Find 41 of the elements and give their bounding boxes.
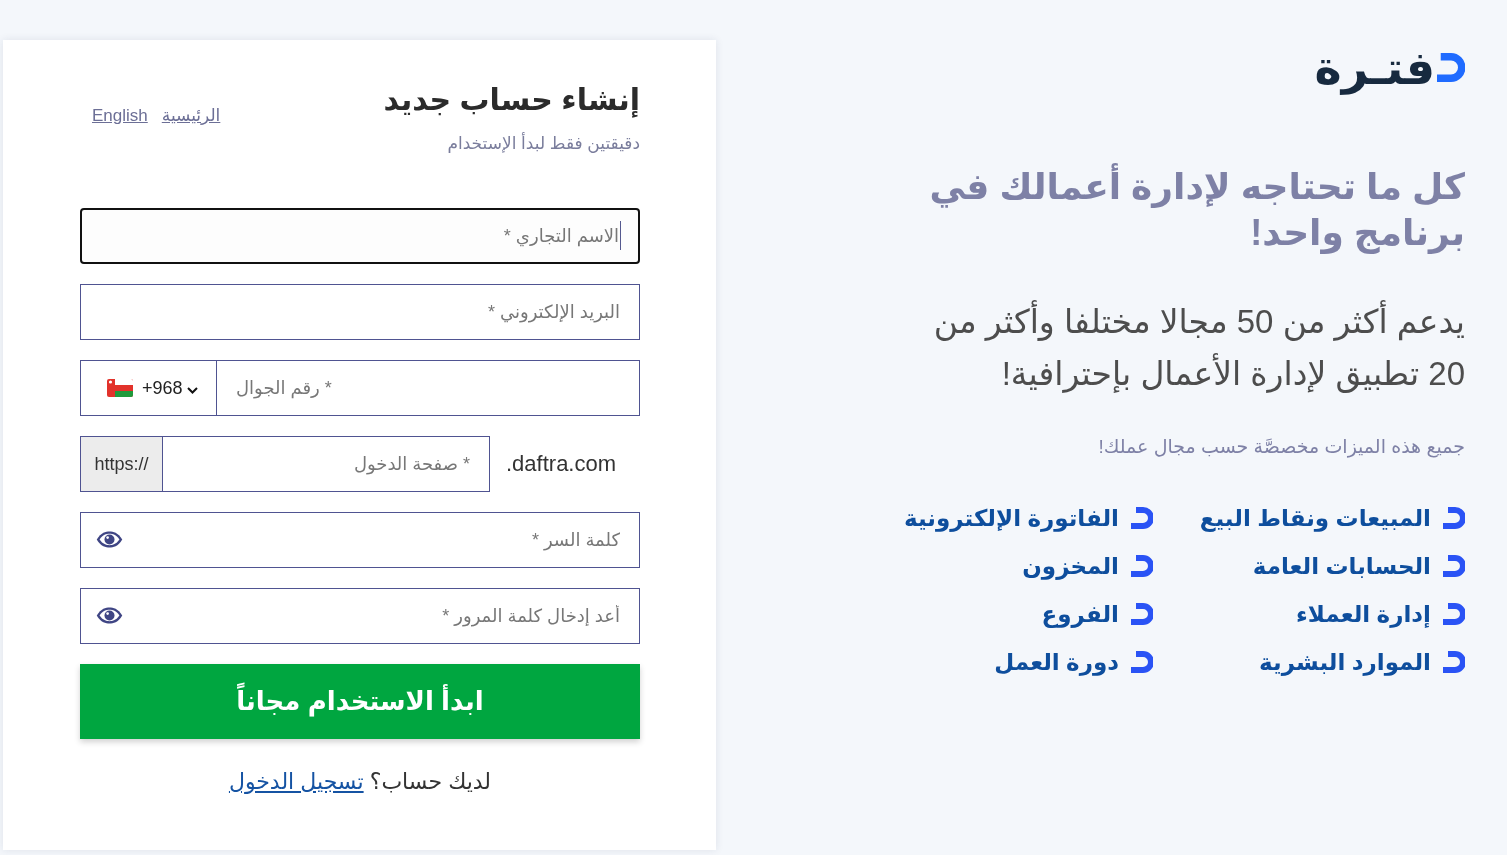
feature-label: إدارة العملاء: [1296, 600, 1431, 628]
domain-suffix: .daftra.com: [506, 451, 617, 477]
nav-link[interactable]: الرئيسية: [161, 106, 221, 126]
description: يدعم أكثر من 50 مجالا مختلفا وأكثر من 20 تطبيق لإدارة الأعمال بإحترافية!: [909, 296, 1465, 400]
feature-label: دورة العمل: [994, 648, 1119, 676]
input-field[interactable]: البريد الإلكتروني *: [80, 284, 640, 340]
bullet-icon: [1443, 603, 1465, 625]
feature-label: الموارد البشرية: [1259, 648, 1431, 676]
password-field[interactable]: كلمة السر *: [80, 512, 640, 568]
bullet-icon: [1443, 651, 1465, 673]
flag-icon: [107, 379, 133, 397]
eye-icon[interactable]: [96, 607, 123, 624]
phone-number-field[interactable]: رقم الجوال *: [216, 360, 640, 416]
feature-label: المخزون: [1022, 552, 1119, 580]
form-title: إنشاء حساب جديد: [383, 82, 640, 120]
nav-link[interactable]: English: [92, 106, 148, 126]
country-code-select[interactable]: +968: [80, 360, 217, 416]
login-prompt: لديك حساب؟ تسجيل الدخول: [227, 768, 493, 796]
text-cursor: [620, 221, 621, 250]
bullet-icon: [1131, 555, 1153, 577]
input-field[interactable]: الاسم التجاري *: [80, 208, 640, 264]
logo-text: فتـرة: [1314, 41, 1435, 96]
login-link[interactable]: تسجيل الدخول: [228, 769, 364, 794]
bullet-icon: [1443, 555, 1465, 577]
submit-button[interactable]: ابدأ الاستخدام مجاناً: [80, 664, 640, 739]
subdomain-field[interactable]: صفحة الدخول *: [162, 436, 490, 492]
url-prefix: https://: [80, 436, 163, 492]
feature-label: المبيعات ونقاط البيع: [1199, 504, 1431, 532]
eye-icon[interactable]: [96, 531, 123, 548]
form-subtitle: دقيقتين فقط لبدأ الإستخدام: [446, 132, 640, 155]
bullet-icon: [1443, 507, 1465, 529]
logo-icon: [1437, 52, 1465, 84]
feature-label: الفاتورة الإلكترونية: [904, 504, 1119, 532]
bullet-icon: [1131, 651, 1153, 673]
headline: كل ما تحتاجه لإدارة أعمالك في برنامج واحد!: [905, 164, 1465, 256]
feature-label: الحسابات العامة: [1252, 552, 1431, 580]
chevron-down-icon: [186, 386, 198, 394]
bullet-icon: [1131, 603, 1153, 625]
feature-label: الفروع: [1041, 600, 1119, 628]
features-note: جميع هذه الميزات مخصصَّة حسب مجال عملك!: [1098, 435, 1465, 460]
bullet-icon: [1131, 507, 1153, 529]
